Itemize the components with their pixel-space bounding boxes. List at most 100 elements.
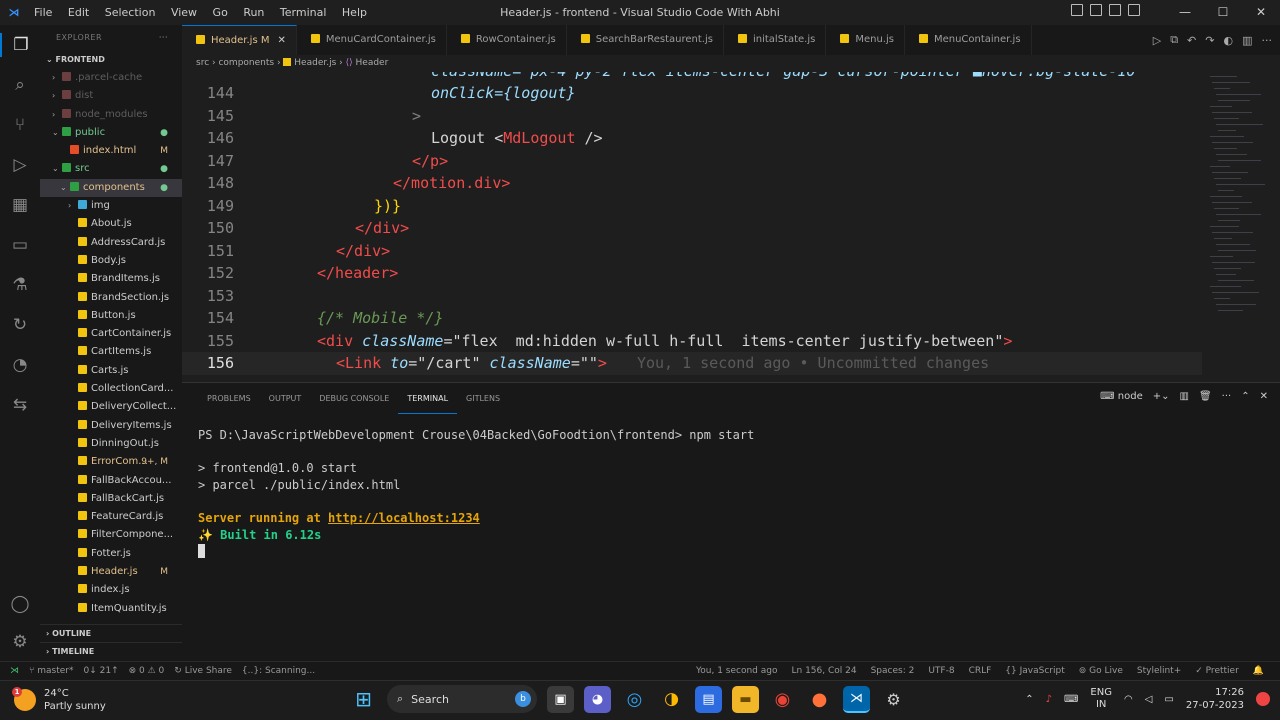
tree-item[interactable]: › dist [40, 87, 182, 105]
breadcrumb-src[interactable]: src [196, 58, 209, 68]
manage-gear-icon[interactable]: ⚙ [8, 630, 32, 654]
taskbar-search[interactable]: ⌕ Search b [387, 685, 537, 713]
tree-item[interactable]: › .parcel-cache [40, 69, 182, 87]
tree-item[interactable]: CartContainer.js [40, 325, 182, 343]
live-share[interactable]: ↻ Live Share [174, 662, 232, 681]
tree-item[interactable]: CollectionCard... [40, 380, 182, 398]
toggle-secondary-sidebar-icon[interactable] [1109, 4, 1121, 16]
open-changes-icon[interactable]: ◐ [1223, 34, 1233, 47]
git-sync[interactable]: 0↓ 21↑ [84, 662, 119, 681]
close-panel-icon[interactable]: ✕ [1260, 391, 1268, 402]
tree-item[interactable]: CartItems.js [40, 343, 182, 361]
new-terminal-icon[interactable]: +⌄ [1153, 391, 1170, 402]
maximize-panel-icon[interactable]: ⌃ [1241, 391, 1249, 402]
go-forward-icon[interactable]: ↷ [1205, 34, 1214, 47]
tree-item[interactable]: Fotter.js [40, 545, 182, 563]
testing-icon[interactable]: ⚗ [8, 273, 32, 297]
menu-help[interactable]: Help [336, 6, 373, 19]
source-control-icon[interactable]: ⑂ [8, 113, 32, 137]
vscode-app-icon[interactable]: ⋊ [843, 685, 870, 713]
menu-view[interactable]: View [165, 6, 203, 19]
microphone-icon[interactable]: ♪ [1046, 694, 1052, 705]
more-actions-icon[interactable]: ··· [159, 25, 168, 51]
tab-rowcontainer-js[interactable]: RowContainer.js [447, 25, 567, 55]
tab-debug-console[interactable]: DEBUG CONSOLE [310, 383, 398, 414]
tab-menucardcontainer-js[interactable]: MenuCardContainer.js [297, 25, 447, 55]
tree-item[interactable]: Button.js [40, 307, 182, 325]
volume-icon[interactable]: ◁ [1145, 694, 1153, 705]
tree-item[interactable]: ⌄ src ● [40, 160, 182, 178]
keyboard-icon[interactable]: ⌨ [1064, 694, 1078, 705]
chrome-icon[interactable]: ◉ [769, 686, 796, 713]
tree-item[interactable]: DeliveryItems.js [40, 417, 182, 435]
tree-item[interactable]: index.html M [40, 142, 182, 160]
tab-menucontainer-js[interactable]: MenuContainer.js [905, 25, 1032, 55]
gitlens-icon[interactable]: ◔ [8, 353, 32, 377]
cursor-position[interactable]: Ln 156, Col 24 [791, 662, 856, 681]
tree-item[interactable]: › img [40, 197, 182, 215]
language-mode[interactable]: {} JavaScript [1005, 662, 1064, 681]
weather-widget[interactable]: 1 24°C Partly sunny [12, 687, 106, 713]
remote-explorer-icon[interactable]: ▭ [8, 233, 32, 257]
tree-item[interactable]: DeliveryCollect... [40, 398, 182, 416]
tree-item[interactable]: About.js [40, 215, 182, 233]
split-editor-icon[interactable]: ▥ [1242, 34, 1252, 47]
more-actions-icon[interactable]: ··· [1262, 34, 1273, 47]
run-icon[interactable]: ▷ [1153, 34, 1161, 47]
more-actions-icon[interactable]: ··· [1222, 391, 1232, 402]
terminal-output[interactable]: PS D:\JavaScriptWebDevelopment Crouse\04… [198, 427, 1268, 561]
tab-initalstate-js[interactable]: initalState.js [724, 25, 827, 55]
trash-icon[interactable]: 🗑 [1199, 391, 1212, 402]
battery-icon[interactable]: ▭ [1164, 694, 1173, 705]
task-view-icon[interactable]: ▣ [547, 685, 574, 713]
remote-icon[interactable]: ⇆ [8, 393, 32, 417]
encoding[interactable]: UTF-8 [928, 662, 954, 681]
maximize-button[interactable]: ☐ [1204, 0, 1242, 25]
tree-item[interactable]: FallBackCart.js [40, 490, 182, 508]
extensions-icon[interactable]: ▦ [8, 193, 32, 217]
code-editor[interactable]: className="px-4 py-2 flex items-center g… [182, 72, 1280, 382]
run-debug-icon[interactable]: ▷ [8, 153, 32, 177]
history-icon[interactable]: ↶ [1187, 34, 1196, 47]
tree-item[interactable]: AddressCard.js [40, 234, 182, 252]
edge-browser-icon[interactable]: ◎ [621, 686, 648, 713]
tab-output[interactable]: OUTPUT [260, 383, 311, 414]
language-indicator[interactable]: ENG IN [1090, 687, 1112, 711]
tree-item[interactable]: › node_modules [40, 106, 182, 124]
toggle-sidebar-icon[interactable] [1071, 4, 1083, 16]
go-live[interactable]: ⊚ Go Live [1079, 662, 1123, 681]
workspace-root[interactable]: ⌄ FRONTEND [40, 51, 182, 69]
menu-go[interactable]: Go [207, 6, 234, 19]
terminal-shell-selector[interactable]: ⌨ node [1100, 391, 1143, 402]
show-hidden-icons-icon[interactable]: ⌃ [1025, 694, 1033, 705]
remote-indicator-icon[interactable]: ⋊ [10, 662, 19, 681]
tab-gitlens[interactable]: GITLENS [457, 383, 509, 414]
indentation[interactable]: Spaces: 2 [871, 662, 915, 681]
toggle-panel-icon[interactable] [1090, 4, 1102, 16]
tree-item[interactable]: ⌄ public ● [40, 124, 182, 142]
tree-item[interactable]: FallBackAccou... [40, 472, 182, 490]
git-branch[interactable]: ⑂ master* [29, 662, 74, 681]
outline-section[interactable]: › OUTLINE [40, 624, 182, 642]
breadcrumb-file[interactable]: Header.js [294, 58, 336, 68]
accounts-icon[interactable]: ◯ [8, 592, 32, 616]
menu-terminal[interactable]: Terminal [274, 6, 333, 19]
timeline-section[interactable]: › TIMELINE [40, 642, 182, 660]
search-icon[interactable]: ⌕ [8, 73, 32, 97]
problems-count[interactable]: ⊗ 0 ⚠ 0 [129, 662, 165, 681]
firefox-icon[interactable]: ● [806, 686, 833, 713]
start-button-icon[interactable]: ⊞ [350, 686, 377, 713]
file-explorer-icon[interactable]: ▬ [732, 685, 759, 713]
notifications-icon[interactable]: 🔔 [1253, 662, 1264, 681]
breadcrumb-symbol[interactable]: Header [356, 58, 389, 68]
prettier-status[interactable]: ✓ Prettier [1195, 662, 1239, 681]
tree-item[interactable]: ItemQuantity.js [40, 600, 182, 618]
close-tab-icon[interactable]: ✕ [278, 35, 286, 46]
tree-item[interactable]: FeatureCard.js [40, 508, 182, 526]
menu-run[interactable]: Run [237, 6, 270, 19]
tab-terminal[interactable]: TERMINAL [398, 384, 458, 414]
vscode-insiders-icon[interactable]: ◑ [658, 686, 685, 713]
explorer-icon[interactable]: ❐ [0, 33, 40, 57]
menu-selection[interactable]: Selection [99, 6, 162, 19]
minimize-button[interactable]: — [1166, 0, 1204, 25]
